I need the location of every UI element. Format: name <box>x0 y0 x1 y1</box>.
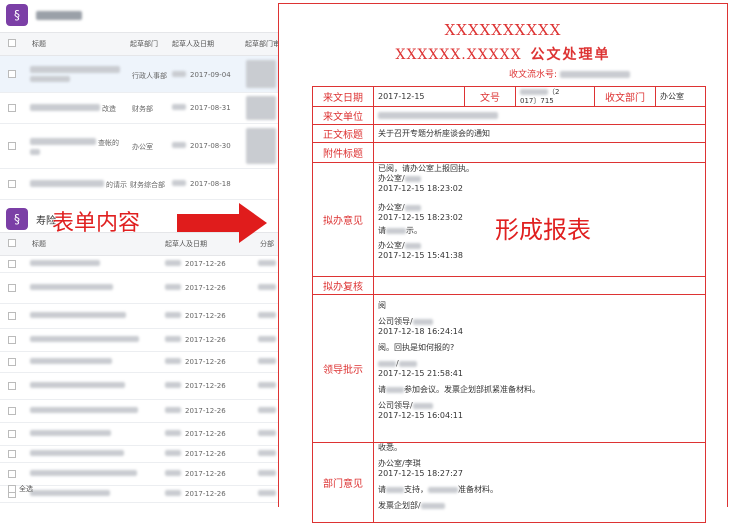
source-unit-label: 来文单位 <box>312 106 374 125</box>
row-date: 2017-12-26 <box>185 260 226 268</box>
review-value <box>373 276 706 295</box>
list-item[interactable]: 2017-12-26 <box>0 463 281 486</box>
dept-opinion-label: 部门意见 <box>312 442 374 523</box>
table-row[interactable]: 查帐的 办公室 2017-08-30 <box>0 124 281 169</box>
list-item[interactable]: 2017-12-26 <box>0 329 281 352</box>
draft-opinion-label: 拟办意见 <box>312 162 374 277</box>
row-checkbox[interactable] <box>8 312 16 320</box>
row-checkbox[interactable] <box>8 358 16 366</box>
header-checkbox[interactable] <box>8 39 16 47</box>
header-checkbox[interactable] <box>8 239 16 247</box>
col-date[interactable]: 起草人及日期 <box>172 39 214 49</box>
app-logo-icon: § <box>6 4 28 26</box>
attachment-value <box>373 142 706 163</box>
row-checkbox[interactable] <box>8 382 16 390</box>
form-content-annotation: 表单内容 <box>52 211 141 236</box>
leader-label: 领导批示 <box>312 294 374 443</box>
row-dept: 财务综合部 <box>130 181 165 189</box>
col-title[interactable]: 标题 <box>32 239 46 249</box>
row-date: 2017-12-26 <box>185 407 226 415</box>
row-date: 2017-08-30 <box>190 142 231 150</box>
row-date: 2017-12-26 <box>185 336 226 344</box>
select-all[interactable]: 全选 <box>8 484 33 494</box>
list-item[interactable]: 2017-12-26 <box>0 304 281 329</box>
row-dept: 行政人事部 <box>132 72 167 80</box>
list-item[interactable]: 2017-12-26 <box>0 352 281 373</box>
row-title: 的请示 <box>106 181 127 189</box>
top-panel-header: § <box>0 0 281 30</box>
subject-value: 关于召开专题分析座谈会的通知 <box>373 124 706 143</box>
row-date: 2017-12-26 <box>185 490 226 498</box>
recv-dept-value: 办公室 <box>655 86 706 107</box>
row-date: 2017-12-26 <box>185 284 226 292</box>
row-dept: 财务部 <box>132 105 153 113</box>
table-row[interactable]: 的请示 财务综合部 2017-08-18 <box>0 169 281 200</box>
form-table: 来文日期 2017-12-15 文号 （2 017〕715 收文部门 办公室 来文… <box>312 86 706 523</box>
row-date: 2017-12-26 <box>185 430 226 438</box>
row-checkbox[interactable] <box>8 336 16 344</box>
date-value: 2017-12-15 <box>373 86 465 107</box>
review-label: 拟办复核 <box>312 276 374 295</box>
row-checkbox[interactable] <box>8 260 16 268</box>
row-checkbox[interactable] <box>8 407 16 415</box>
document-processing-form: XXXXXXXXXX XXXXXX.XXXXX 公文处理单 收文流水号: 形成报… <box>278 3 728 523</box>
row-date: 2017-09-04 <box>190 71 231 79</box>
row-date: 2017-08-18 <box>190 180 231 188</box>
list-item[interactable]: 2017-12-26 <box>0 273 281 304</box>
row-dept: 办公室 <box>132 143 153 151</box>
form-org-line: XXXXXXXXXX <box>444 21 562 39</box>
row-checkbox[interactable] <box>8 104 16 112</box>
col-title[interactable]: 标题 <box>32 39 46 49</box>
list-item[interactable]: 2017-12-26 <box>0 486 281 503</box>
row-date: 2017-12-26 <box>185 382 226 390</box>
row-title: 查帐的 <box>98 139 119 147</box>
top-panel-title <box>36 10 82 20</box>
attachment-label: 附件标题 <box>312 142 374 163</box>
leader-opinions: 阅 公司领导/ 2017-12-18 16:24:14 阅。回执是如何报的? /… <box>373 294 706 443</box>
list-item[interactable]: 2017-12-26 <box>0 423 281 446</box>
row-checkbox[interactable] <box>8 180 16 188</box>
app-logo-icon: § <box>6 208 28 230</box>
row-checkbox[interactable] <box>8 284 16 292</box>
table-row[interactable]: 行政人事部 2017-09-04 <box>0 56 281 93</box>
col-dept[interactable]: 起草部门 <box>130 39 158 49</box>
list-item[interactable]: 2017-12-26 <box>0 446 281 463</box>
list-item[interactable]: 2017-12-26 <box>0 373 281 400</box>
row-date: 2017-12-26 <box>185 358 226 366</box>
row-checkbox[interactable] <box>8 70 16 78</box>
doc-num-label: 文号 <box>464 86 516 107</box>
row-checkbox[interactable] <box>8 470 16 478</box>
draft-opinions: 已阅，请办公室上报回执。 办公室/ 2017-12-15 18:23:02 办公… <box>373 162 706 277</box>
row-checkbox[interactable] <box>8 450 16 458</box>
row-checkbox[interactable] <box>8 430 16 438</box>
arrow-right-icon <box>177 203 267 243</box>
row-checkbox[interactable] <box>8 142 16 150</box>
table-row[interactable]: 改造 财务部 2017-08-31 <box>0 93 281 124</box>
document-list-panel: § 标题 起草部门 起草人及日期 起草部门审 行政人事部 2017-09-04 … <box>0 0 281 506</box>
source-unit-value <box>373 106 706 125</box>
list-item[interactable]: 2017-12-26 <box>0 400 281 423</box>
row-date: 2017-12-26 <box>185 470 226 478</box>
form-title: XXXXXX.XXXXX 公文处理单 <box>395 47 611 63</box>
recv-dept-label: 收文部门 <box>594 86 656 107</box>
top-table-header: 标题 起草部门 起草人及日期 起草部门审 <box>0 32 281 56</box>
serial-number: 收文流水号: <box>509 67 631 80</box>
row-title: 改造 <box>102 105 116 113</box>
subject-label: 正文标题 <box>312 124 374 143</box>
col-review[interactable]: 起草部门审 <box>245 39 280 49</box>
doc-num-value: （2 017〕715 <box>515 86 595 107</box>
list-item[interactable]: 2017-12-26 <box>0 256 281 273</box>
date-label: 来文日期 <box>312 86 374 107</box>
row-date: 2017-12-26 <box>185 312 226 320</box>
row-date: 2017-12-26 <box>185 450 226 458</box>
row-date: 2017-08-31 <box>190 104 231 112</box>
dept-opinions: 收悉。 办公室/李琪 2017-12-15 18:27:27 请支持， 准备材料。… <box>373 442 706 523</box>
